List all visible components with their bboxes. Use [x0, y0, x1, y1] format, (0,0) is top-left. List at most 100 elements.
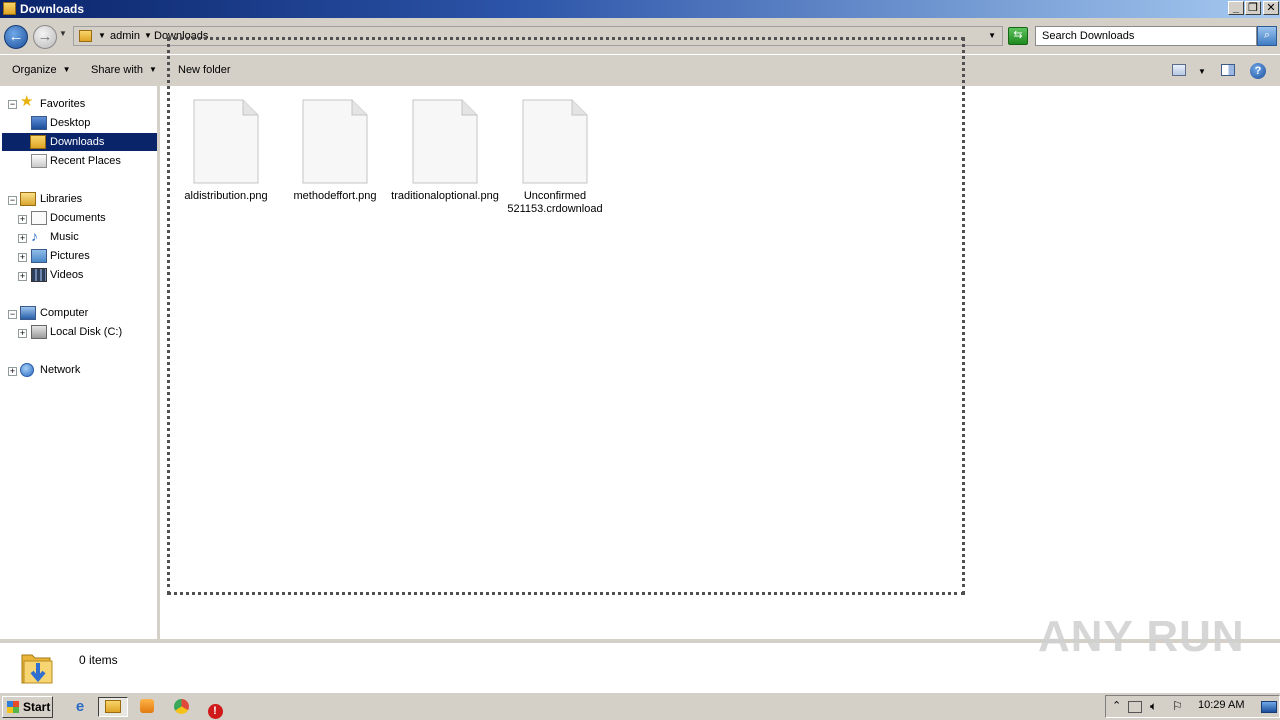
warning-icon: !	[207, 704, 223, 719]
network-icon	[20, 363, 34, 377]
sidebar-item-recent-places[interactable]: Recent Places	[50, 152, 121, 170]
libraries-icon	[20, 192, 36, 206]
new-folder-button[interactable]: New folder	[178, 64, 231, 76]
preview-pane-icon[interactable]	[1221, 64, 1235, 76]
address-bar-row: ← → ▼ ▼ admin ▼ Downloads ▼ ⇆ Search Dow…	[0, 18, 1280, 54]
downloads-folder-icon	[30, 135, 46, 149]
documents-icon	[31, 211, 47, 225]
show-desktop-icon[interactable]	[1261, 701, 1277, 713]
play-icon	[140, 699, 154, 713]
system-tray: ⌃ 🔈︎ ⚐ 10:29 AM	[1105, 695, 1280, 718]
blank-file-icon	[193, 99, 259, 184]
folder-icon	[79, 30, 92, 42]
folder-icon	[105, 700, 121, 713]
close-button[interactable]: ✕	[1263, 1, 1279, 15]
change-view-icon[interactable]	[1172, 64, 1186, 76]
window-title: Downloads	[20, 2, 85, 16]
blank-file-icon	[412, 99, 478, 184]
address-field[interactable]: ▼ admin ▼ Downloads ▼	[73, 26, 1003, 46]
music-icon: ♪	[31, 228, 38, 244]
expand-toggle-icon[interactable]: +	[18, 215, 27, 224]
network-tray-icon[interactable]	[1128, 701, 1142, 713]
file-item[interactable]: aldistribution.png	[171, 99, 281, 203]
recent-places-icon	[31, 154, 47, 168]
volume-icon[interactable]: 🔈︎	[1150, 699, 1157, 714]
share-with-label: Share with	[91, 64, 143, 76]
expand-toggle-icon[interactable]: +	[8, 367, 17, 376]
item-count: 0 items	[79, 653, 118, 667]
sidebar-item-pictures[interactable]: Pictures	[50, 247, 90, 265]
expand-toggle-icon[interactable]: +	[18, 234, 27, 243]
sidebar-item-desktop[interactable]: Desktop	[50, 114, 90, 132]
chevron-down-icon: ▼	[148, 65, 157, 74]
restore-button[interactable]: ❐	[1245, 1, 1261, 15]
sidebar-item-documents[interactable]: Documents	[50, 209, 106, 227]
sidebar-item-computer[interactable]: Computer	[40, 304, 88, 322]
file-item[interactable]: traditionaloptional.png	[390, 99, 500, 203]
search-input[interactable]: Search Downloads	[1035, 26, 1257, 46]
file-name: Unconfirmed 521153.crdownload	[507, 190, 603, 215]
clock[interactable]: 10:29 AM	[1198, 699, 1244, 711]
breadcrumb-separator-icon[interactable]: ▼	[98, 31, 106, 40]
search-icon[interactable]: ⌕	[1257, 26, 1277, 46]
folder-icon	[3, 2, 16, 15]
recent-pages-dropdown-icon[interactable]: ▼	[59, 29, 67, 38]
breadcrumb-admin[interactable]: admin	[110, 30, 140, 42]
chevron-down-icon: ▼	[62, 65, 71, 74]
videos-icon	[31, 268, 47, 282]
breadcrumb-separator-icon[interactable]: ▼	[144, 31, 152, 40]
start-label: Start	[23, 700, 51, 714]
sidebar-item-music[interactable]: Music	[50, 228, 79, 246]
collapse-toggle-icon[interactable]: −	[8, 100, 17, 109]
navigation-pane: − ★ Favorites Desktop Downloads Recent P…	[0, 86, 157, 639]
desktop-icon	[31, 116, 47, 130]
show-hidden-icons-icon[interactable]: ⌃	[1112, 699, 1121, 712]
downloads-folder-icon	[20, 649, 54, 687]
help-icon[interactable]: ?	[1250, 63, 1266, 79]
collapse-toggle-icon[interactable]: −	[8, 310, 17, 319]
computer-icon	[20, 306, 36, 320]
chrome-icon[interactable]	[170, 697, 192, 717]
star-icon: ★	[20, 93, 34, 110]
blank-file-icon	[302, 99, 368, 184]
sidebar-item-videos[interactable]: Videos	[50, 266, 83, 284]
forward-button[interactable]: →	[33, 25, 57, 49]
file-item[interactable]: methodeffort.png	[280, 99, 390, 203]
blank-file-icon	[522, 99, 588, 184]
sidebar-item-libraries[interactable]: Libraries	[40, 190, 82, 208]
sidebar-item-label: Downloads	[50, 136, 105, 148]
windows-logo-icon	[7, 701, 19, 713]
title-bar: Downloads _ ❐ ✕	[0, 0, 1280, 18]
explorer-taskbar-button[interactable]	[98, 697, 128, 717]
chrome-logo-icon	[173, 699, 189, 714]
sidebar-item-local-disk[interactable]: Local Disk (C:)	[50, 323, 122, 341]
back-button[interactable]: ←	[4, 25, 28, 49]
minimize-button[interactable]: _	[1228, 1, 1244, 15]
sidebar-item-network[interactable]: Network	[40, 361, 80, 379]
address-dropdown-icon[interactable]: ▼	[988, 31, 996, 40]
file-item[interactable]: Unconfirmed 521153.crdownload	[500, 99, 610, 216]
stop-icon[interactable]: !	[204, 697, 226, 719]
organize-button[interactable]: Organize ▼	[12, 64, 71, 76]
media-player-icon[interactable]	[136, 697, 158, 717]
file-name: aldistribution.png	[184, 190, 268, 202]
refresh-button[interactable]: ⇆	[1008, 27, 1028, 45]
file-name: methodeffort.png	[293, 190, 377, 202]
expand-toggle-icon[interactable]: +	[18, 329, 27, 338]
start-button[interactable]: Start	[2, 696, 53, 718]
command-bar: Organize ▼ Share with ▼ New folder ▼ ?	[0, 54, 1280, 86]
collapse-toggle-icon[interactable]: −	[8, 196, 17, 205]
sidebar-item-downloads-selected[interactable]: Downloads	[2, 133, 157, 151]
internet-explorer-icon[interactable]: e	[69, 697, 91, 717]
share-with-button[interactable]: Share with ▼	[91, 64, 157, 76]
action-center-flag-icon[interactable]: ⚐	[1172, 699, 1183, 713]
breadcrumb-downloads[interactable]: Downloads	[154, 30, 208, 42]
pictures-icon	[31, 249, 47, 263]
local-disk-icon	[31, 325, 47, 339]
watermark-text: ANY RUN	[1038, 612, 1245, 661]
expand-toggle-icon[interactable]: +	[18, 253, 27, 262]
organize-label: Organize	[12, 64, 57, 76]
view-dropdown-icon[interactable]: ▼	[1198, 67, 1206, 76]
expand-toggle-icon[interactable]: +	[18, 272, 27, 281]
sidebar-item-favorites[interactable]: Favorites	[40, 95, 85, 113]
